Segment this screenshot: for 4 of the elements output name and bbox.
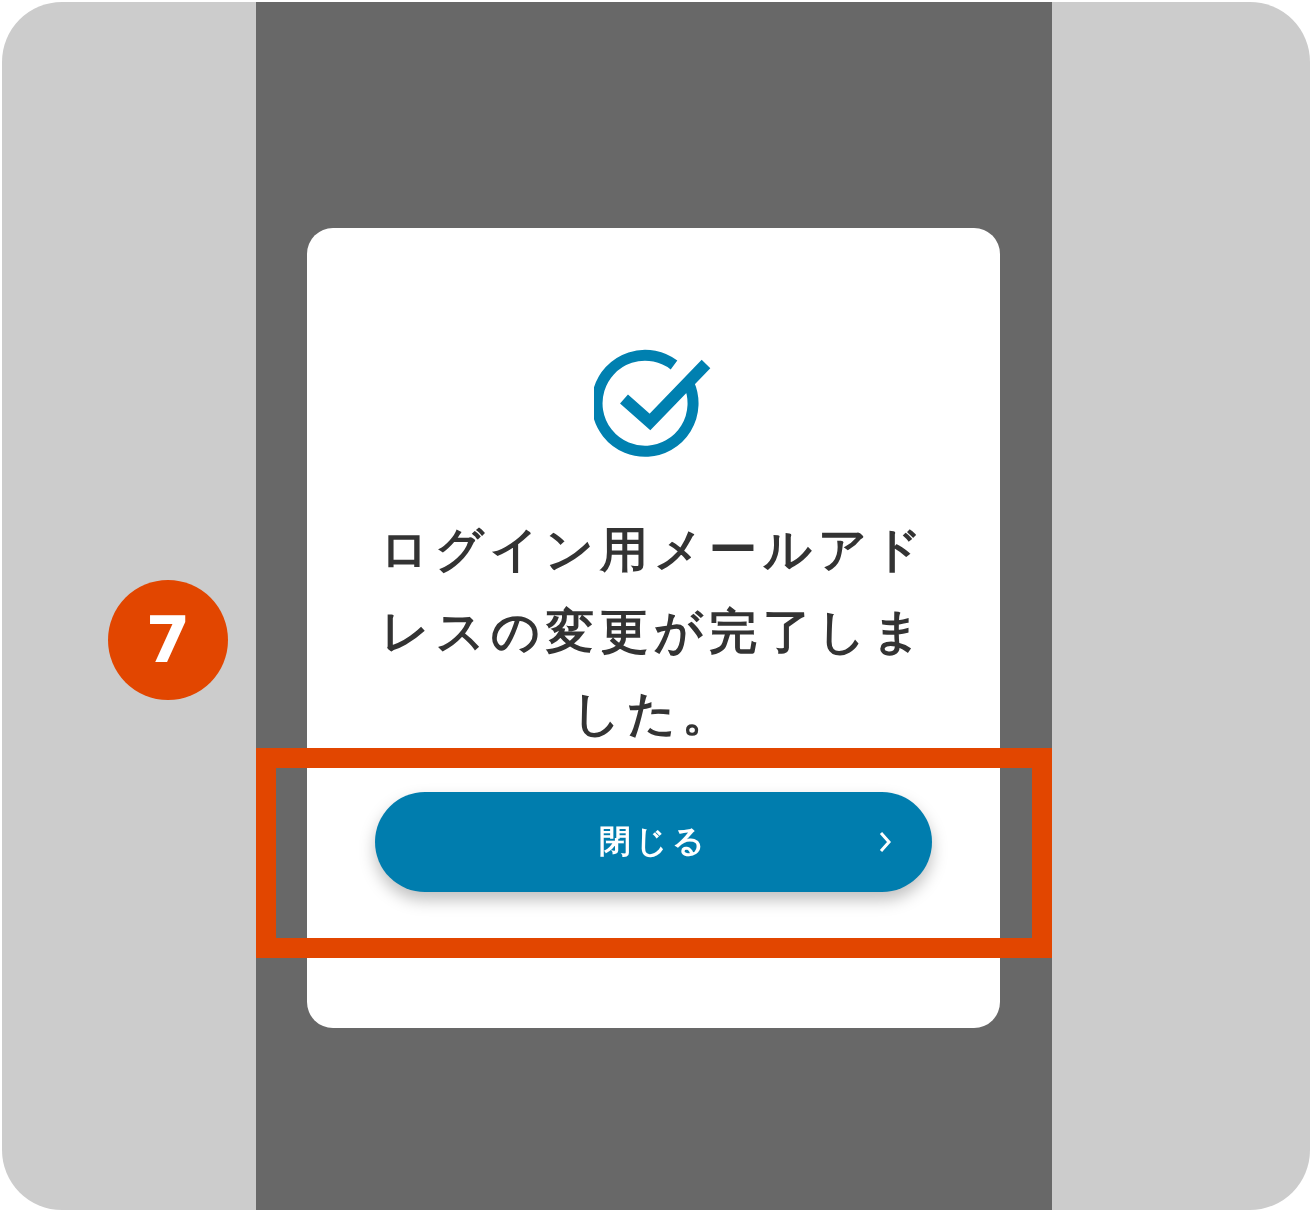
close-button[interactable]: 閉じる (375, 792, 932, 892)
chevron-right-icon (878, 830, 892, 854)
dialog-message: ログイン用メールアドレスの変更が完了しました。 (378, 520, 929, 743)
step-badge: 7 (108, 580, 228, 700)
